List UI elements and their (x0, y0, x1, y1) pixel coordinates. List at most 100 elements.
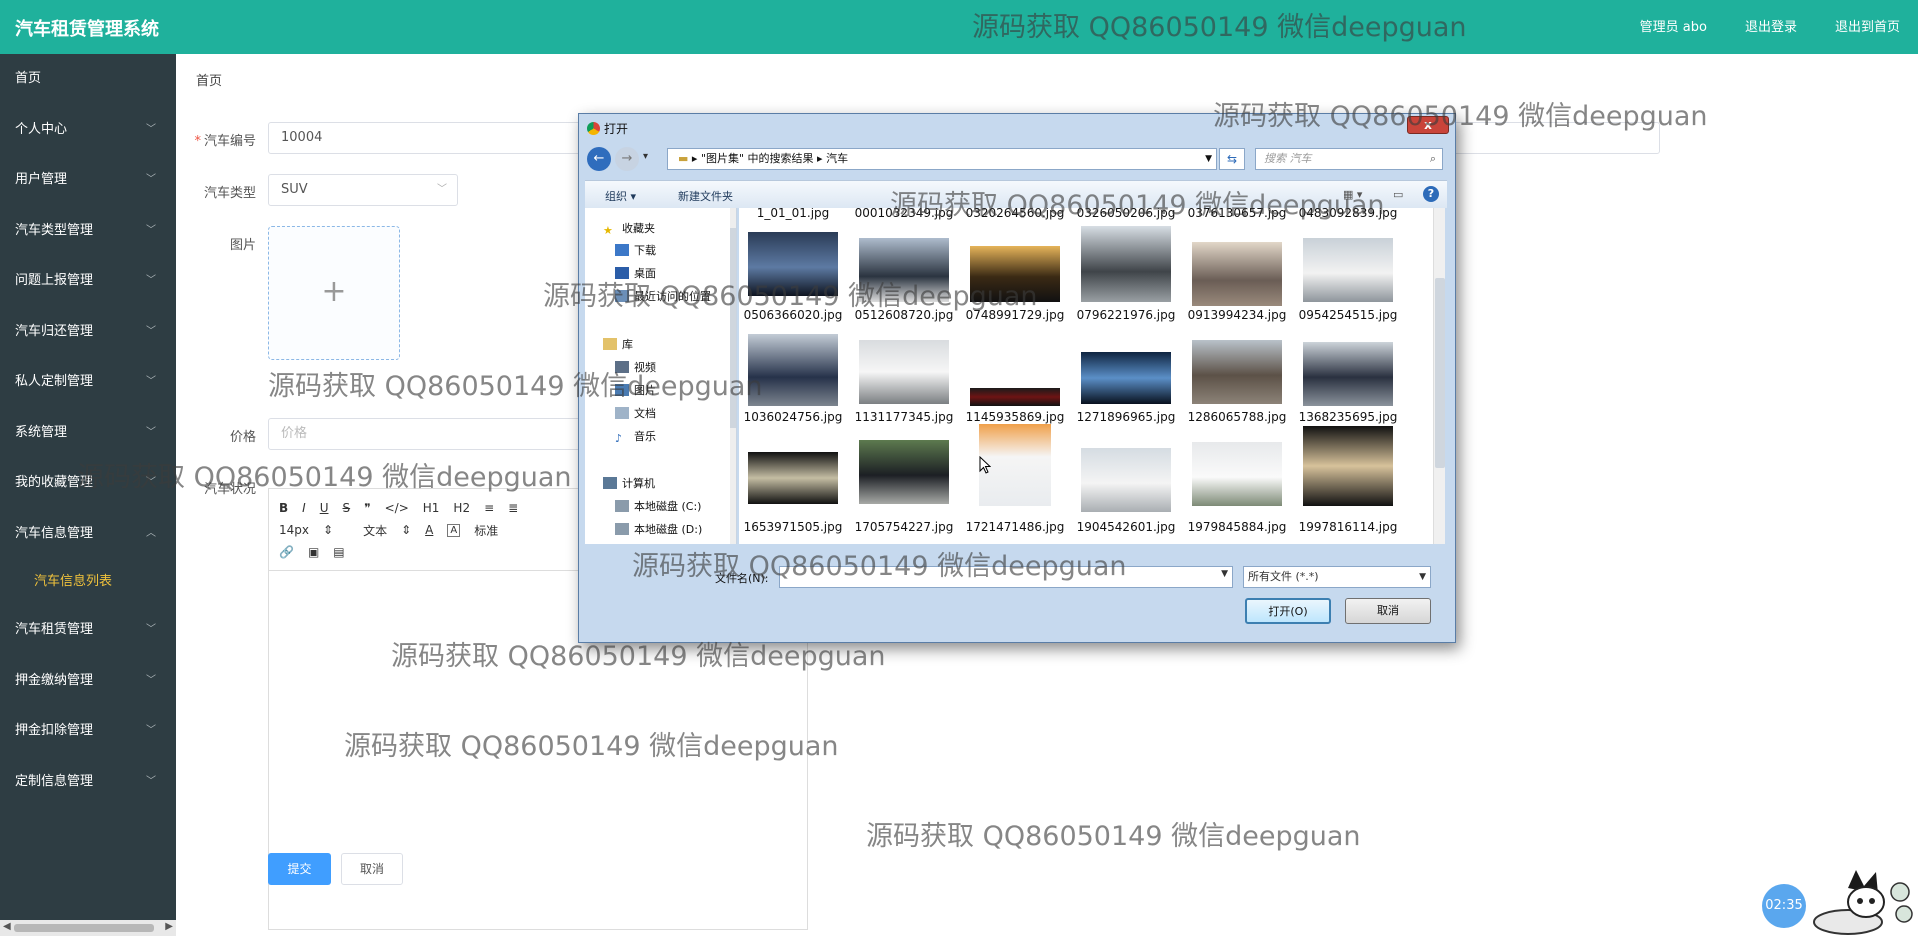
car-type-select[interactable]: SUV ﹀ (268, 174, 458, 206)
italic-button[interactable]: I (302, 501, 306, 515)
scrollbar-thumb[interactable] (730, 228, 736, 428)
underline-button[interactable]: U (320, 501, 329, 515)
nav-music[interactable]: ♪ 音乐 (615, 428, 656, 445)
file-list-scrollbar[interactable] (1433, 208, 1445, 544)
file-name[interactable]: 0326050206.jpg (1072, 208, 1180, 220)
file-thumbnail[interactable] (1192, 242, 1282, 306)
file-name[interactable]: 0001032349.jpg (850, 208, 958, 220)
sidebar-subitem-car-info-list[interactable]: 汽车信息列表 (0, 559, 176, 605)
file-name[interactable]: 0796221976.jpg (1072, 308, 1180, 322)
file-name[interactable]: 0954254515.jpg (1294, 308, 1402, 322)
file-thumbnail[interactable] (1303, 342, 1393, 406)
scroll-left-icon[interactable]: ◀ (3, 921, 11, 932)
sidebar-item-home[interactable]: 首页 (0, 54, 176, 105)
link-icon[interactable]: 🔗 (279, 545, 294, 559)
file-thumbnail[interactable] (1303, 426, 1393, 506)
filetype-select[interactable]: 所有文件 (*.*) ▼ (1243, 566, 1431, 588)
nav-disk-c[interactable]: 本地磁盘 (C:) (615, 498, 701, 514)
dialog-cancel-button[interactable]: 取消 (1345, 598, 1431, 624)
price-input[interactable]: 价格 (268, 418, 588, 450)
file-name[interactable]: 0748991729.jpg (961, 308, 1069, 322)
admin-label[interactable]: 管理员 abo (1640, 16, 1707, 35)
forward-icon[interactable]: → (615, 147, 639, 171)
bold-button[interactable]: B (279, 501, 288, 515)
help-icon[interactable]: ? (1423, 186, 1439, 202)
organize-menu[interactable]: 组织 ▾ (605, 188, 636, 204)
nav-videos[interactable]: 视频 (615, 359, 656, 375)
search-input[interactable]: 搜索 汽车 ⌕ (1255, 148, 1443, 170)
sidebar-item-users[interactable]: 用户管理 ﹀ (0, 155, 176, 206)
file-thumbnail[interactable] (970, 388, 1060, 406)
sidebar-item-car-returns[interactable]: 汽车归还管理 ﹀ (0, 307, 176, 358)
clock-badge[interactable]: 02:35 (1762, 884, 1806, 928)
h1-button[interactable]: H1 (423, 501, 440, 515)
open-button[interactable]: 打开(O) (1245, 598, 1331, 624)
sidebar-item-deposit-paid[interactable]: 押金缴纳管理 ﹀ (0, 656, 176, 707)
file-thumbnail[interactable] (1081, 352, 1171, 404)
ordered-list-button[interactable]: ≡ (484, 501, 494, 515)
file-thumbnail[interactable] (859, 238, 949, 302)
file-thumbnail[interactable] (1081, 226, 1171, 302)
new-folder-button[interactable]: 新建文件夹 (678, 188, 733, 204)
sidebar-item-deposit-deduct[interactable]: 押金扣除管理 ﹀ (0, 706, 176, 757)
nav-computer[interactable]: 计算机 (603, 475, 655, 491)
nav-documents[interactable]: 文档 (615, 405, 656, 421)
back-icon[interactable]: ← (587, 147, 611, 171)
file-name[interactable]: 1036024756.jpg (739, 410, 847, 424)
sidebar-item-system[interactable]: 系统管理 ﹀ (0, 408, 176, 459)
submit-button[interactable]: 提交 (268, 853, 331, 885)
file-name[interactable]: 0913994234.jpg (1183, 308, 1291, 322)
code-button[interactable]: </> (385, 501, 409, 515)
file-name[interactable]: 1721471486.jpg (961, 520, 1069, 534)
sidebar-item-custom[interactable]: 私人定制管理 ﹀ (0, 357, 176, 408)
file-thumbnail[interactable] (1081, 448, 1171, 512)
file-name[interactable]: 1997816114.jpg (1294, 520, 1402, 534)
file-name[interactable]: 0376130657.jpg (1183, 208, 1291, 220)
bullet-list-button[interactable]: ≣ (508, 501, 518, 515)
file-thumbnail[interactable] (748, 232, 838, 296)
preview-pane-icon[interactable]: ▭ (1393, 188, 1403, 201)
heading-select[interactable]: 标准 (474, 522, 498, 539)
cat-mascot-icon[interactable] (1808, 868, 1916, 936)
bg-color-icon[interactable]: A (447, 523, 461, 537)
chevron-down-icon[interactable]: ▼ (1221, 569, 1228, 579)
sidebar-item-personal-center[interactable]: 个人中心 ﹀ (0, 105, 176, 156)
file-name[interactable]: 0506366020.jpg (739, 308, 847, 322)
file-name[interactable]: 1131177345.jpg (850, 410, 958, 424)
sidebar-item-car-types[interactable]: 汽车类型管理 ﹀ (0, 206, 176, 257)
file-name[interactable]: 1_01_01.jpg (739, 208, 847, 220)
breadcrumb[interactable]: 首页 (196, 70, 222, 89)
file-name[interactable]: 1271896965.jpg (1072, 410, 1180, 424)
file-thumbnail[interactable] (1303, 238, 1393, 302)
file-name[interactable]: 1904542601.jpg (1072, 520, 1180, 534)
scroll-right-icon[interactable]: ▶ (165, 921, 173, 932)
video-icon[interactable]: ▤ (333, 545, 344, 559)
file-name[interactable]: 1145935869.jpg (961, 410, 1069, 424)
sidebar-item-rentals[interactable]: 汽车租赁管理 ﹀ (0, 605, 176, 656)
font-color-icon[interactable]: A (425, 523, 433, 537)
file-name[interactable]: 0320264560.jpg (961, 208, 1069, 220)
dialog-close-button[interactable]: x (1407, 116, 1449, 134)
nav-disk-d[interactable]: 本地磁盘 (D:) (615, 521, 702, 537)
nav-favorites[interactable]: ★ 收藏夹 (603, 220, 655, 237)
file-thumbnail[interactable] (748, 334, 838, 406)
view-options-icon[interactable]: ▦ ▾ (1343, 188, 1362, 201)
file-thumbnail[interactable] (970, 246, 1060, 302)
file-name[interactable]: 0483092839.jpg (1294, 208, 1402, 220)
file-thumbnail[interactable] (748, 452, 838, 504)
file-thumbnail[interactable] (1192, 340, 1282, 404)
nav-pane-scrollbar[interactable] (730, 208, 736, 544)
h2-button[interactable]: H2 (453, 501, 470, 515)
sidebar-hscrollbar[interactable]: ◀ ▶ (0, 920, 176, 936)
scrollbar-thumb[interactable] (1435, 278, 1445, 468)
exit-to-home-link[interactable]: 退出到首页 (1835, 16, 1900, 35)
file-thumbnail[interactable] (859, 440, 949, 504)
font-size-select[interactable]: 14px (279, 523, 309, 537)
nav-downloads[interactable]: 下载 (615, 242, 656, 258)
image-upload[interactable]: + (268, 226, 400, 360)
text-style-select[interactable]: 文本 (363, 522, 387, 539)
sidebar-item-issue-reports[interactable]: 问题上报管理 ﹀ (0, 256, 176, 307)
quote-button[interactable]: ❞ (364, 501, 370, 515)
refresh-icon[interactable]: ⇆ (1219, 148, 1245, 170)
file-name[interactable]: 0512608720.jpg (850, 308, 958, 322)
